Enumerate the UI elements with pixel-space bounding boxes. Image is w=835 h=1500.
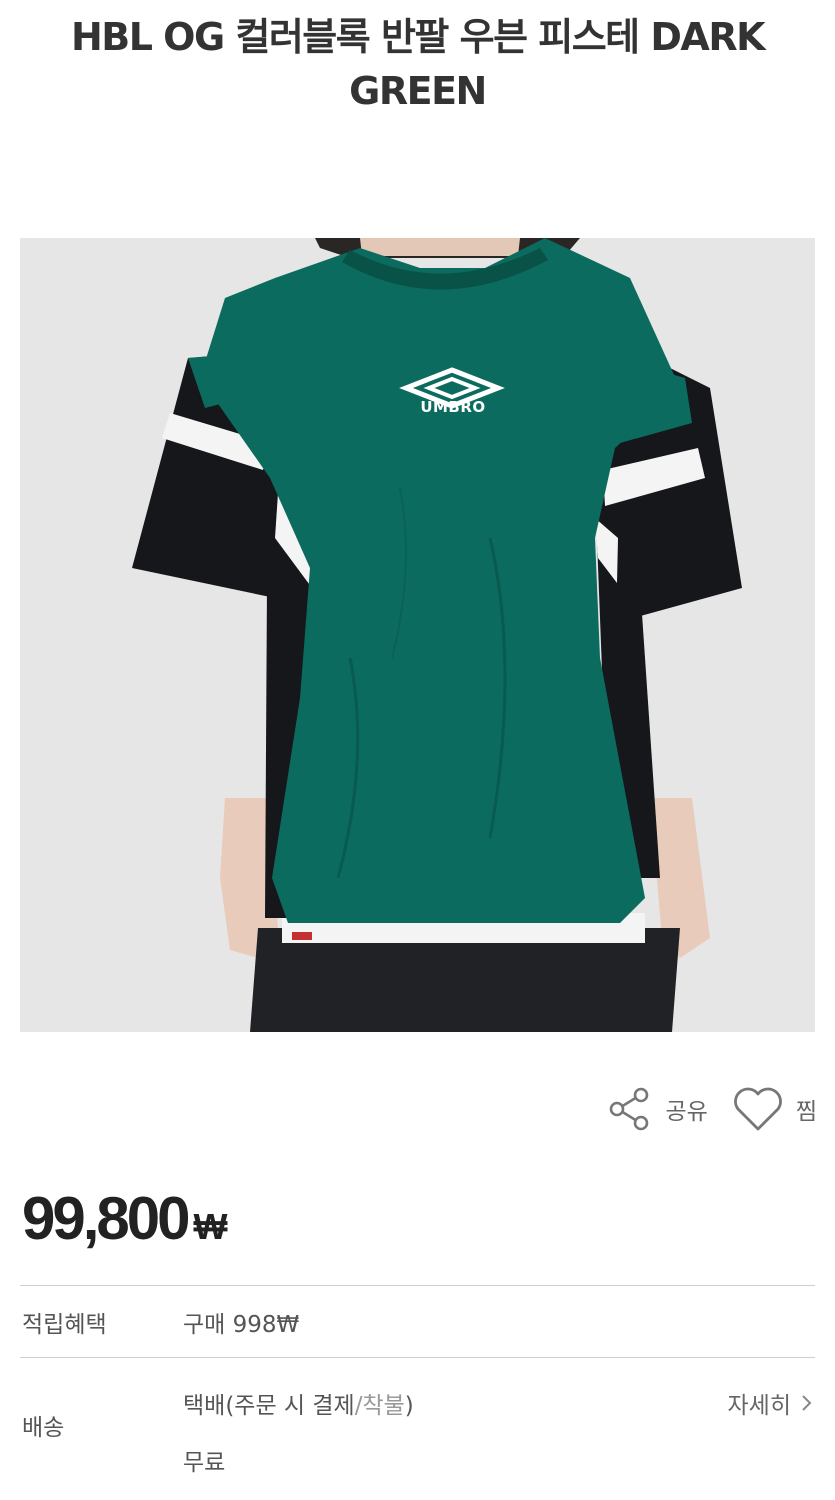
heart-icon: [733, 1087, 782, 1131]
share-button[interactable]: 공유: [608, 1086, 708, 1132]
umbro-logo-text: UMBRO: [420, 398, 486, 416]
product-actions: 공유 찜: [608, 1082, 817, 1136]
shipping-method-main: 택배(주문 시 결제: [183, 1393, 355, 1419]
price: 99,800 ₩: [22, 1184, 228, 1254]
price-currency: ₩: [193, 1206, 228, 1247]
wish-button[interactable]: 찜: [732, 1086, 817, 1132]
wish-label: 찜: [795, 1099, 817, 1125]
shipping-method: 택배(주문 시 결제/착불): [183, 1386, 414, 1420]
price-value: 99,800: [22, 1185, 191, 1252]
shipping-label: 배송: [22, 1415, 65, 1441]
shipping-method-cod: 착불: [362, 1393, 405, 1419]
share-label: 공유: [665, 1099, 708, 1125]
points-label: 적립혜택: [22, 1312, 107, 1338]
chevron-right-icon: [802, 1395, 812, 1411]
shipping-fee: 무료: [183, 1450, 226, 1476]
divider: [20, 1285, 815, 1286]
shipping-detail-link[interactable]: 자세히: [728, 1386, 815, 1420]
shipping-detail-label: 자세히: [727, 1393, 791, 1419]
shipping-method-close: ): [404, 1393, 414, 1419]
share-icon: [609, 1087, 648, 1131]
tshirt-illustration: [20, 238, 815, 1032]
product-title: HBL OG 컬러블록 반팔 우븐 피스테 DARK GREEN: [70, 15, 766, 113]
divider: [20, 1357, 815, 1358]
points-value: 구매 998₩: [183, 1312, 300, 1338]
product-image[interactable]: UMBRO: [20, 238, 815, 1032]
